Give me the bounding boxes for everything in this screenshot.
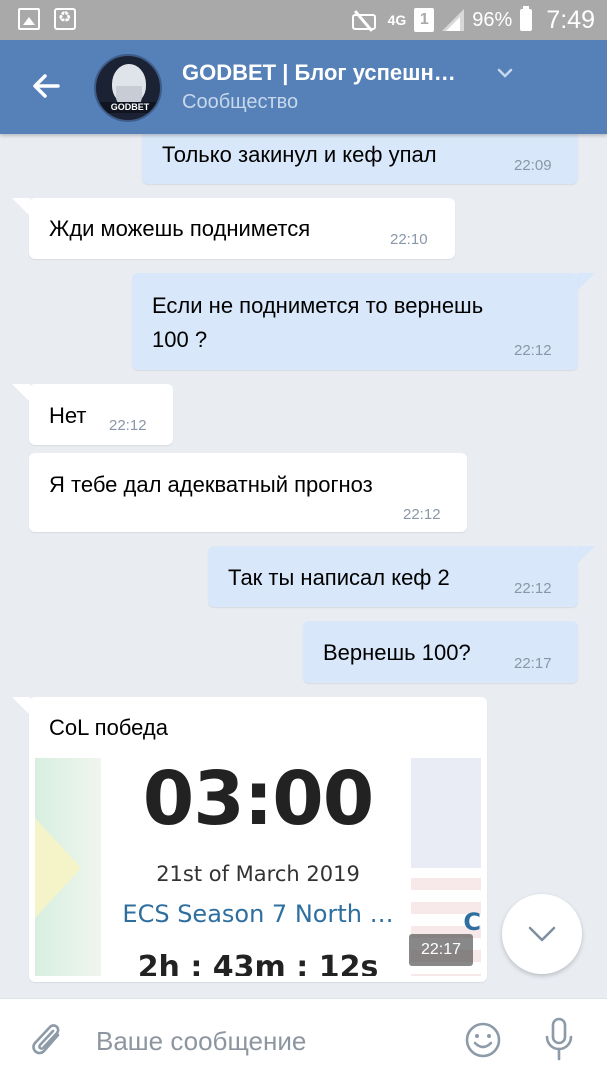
message-time: 22:10 (390, 231, 428, 248)
network-type: 4G (387, 12, 407, 28)
message-bubble-incoming[interactable]: Жди можешь поднимется 22:10 (29, 198, 455, 259)
link-preview-image[interactable]: 03:00 21st of March 2019 ECS Season 7 No… (35, 758, 481, 976)
signal-icon (442, 9, 465, 31)
message-time: 22:12 (514, 342, 552, 359)
mute-icon (350, 10, 380, 30)
status-bar: 4G 1 96% 7:49 (0, 0, 607, 40)
clock: 7:49 (546, 5, 595, 34)
recycle-notification-icon (54, 8, 76, 30)
message-text: Жди можешь поднимется (49, 216, 311, 241)
message-time: 22:09 (514, 157, 552, 174)
event-name-tail: C (463, 908, 481, 936)
chevron-down-icon[interactable] (496, 66, 514, 80)
message-time: 22:17 (514, 655, 552, 672)
message-text: Вернешь 100? (323, 640, 471, 665)
message-bubble-outgoing[interactable]: Если не поднимется то вернешь 100 ? 22:1… (132, 273, 578, 370)
message-time: 22:12 (109, 417, 147, 434)
message-text: Нет (49, 403, 87, 428)
scroll-down-button[interactable] (502, 894, 582, 974)
match-date: 21st of March 2019 (156, 862, 360, 886)
chat-subtitle: Сообщество (182, 91, 299, 113)
message-text: Только закинул и кеф упал (162, 142, 437, 167)
message-bubble-outgoing[interactable]: Вернешь 100? 22:17 (303, 621, 578, 683)
chat-title[interactable]: GODBET | Блог успешн… (182, 60, 456, 86)
message-time: 22:12 (514, 580, 552, 597)
message-text: CoL победа (49, 715, 168, 740)
microphone-icon[interactable] (543, 1017, 575, 1061)
message-bubble-outgoing[interactable]: Только закинул и кеф упал 22:09 (142, 128, 578, 184)
message-text-line: Если не поднимется то вернешь (152, 293, 484, 318)
match-time: 03:00 (142, 758, 375, 842)
sim-indicator: 1 (414, 8, 435, 32)
message-input[interactable] (96, 1021, 436, 1061)
message-time: 22:17 (409, 934, 473, 966)
battery-icon (520, 6, 533, 31)
message-text-line: 100 ? (152, 327, 208, 352)
avatar-logo-text: GODBET (100, 102, 160, 113)
message-text: Так ты написал кеф 2 (228, 565, 450, 590)
message-bubble-incoming[interactable]: Нет 22:12 (29, 384, 173, 445)
smile-icon[interactable] (464, 1021, 502, 1059)
message-text: Я тебе дал адекватный прогноз (49, 472, 373, 497)
message-bubble-outgoing[interactable]: Так ты написал кеф 2 22:12 (208, 546, 578, 607)
chevron-down-icon (528, 926, 556, 942)
gallery-notification-icon (18, 8, 40, 30)
chat-header: GODBET GODBET | Блог успешн… Сообщество (0, 40, 607, 134)
arrow-left-icon[interactable] (28, 68, 64, 104)
event-name: ECS Season 7 North … (122, 900, 394, 928)
community-avatar[interactable]: GODBET (94, 54, 162, 122)
battery-percent: 96% (472, 8, 513, 31)
paperclip-icon[interactable] (30, 1021, 66, 1061)
message-bubble-incoming[interactable]: Я тебе дал адекватный прогноз 22:12 (29, 453, 467, 532)
message-time: 22:12 (403, 506, 441, 523)
message-composer (0, 998, 607, 1080)
